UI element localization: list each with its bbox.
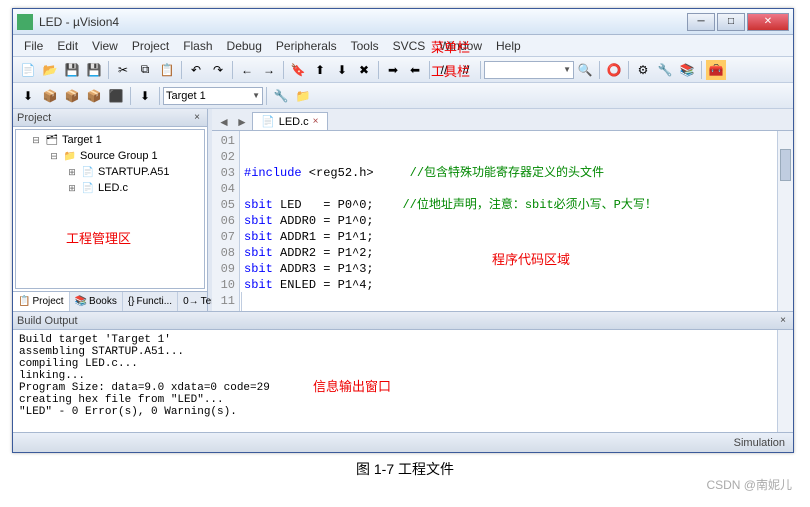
file-tab-close-icon[interactable]: × — [313, 116, 319, 127]
editor-area: ◄ ► 📄LED.c× 01020304050607080910111213 ⊟… — [212, 109, 793, 311]
bottom-area: Build Output × Build target 'Target 1' a… — [13, 311, 793, 432]
toolbar-build: ⬇ 📦 📦 📦 ⬛ ⬇ Target 1▼ 🔧 📁 — [13, 83, 793, 109]
debug-icon[interactable]: ⭕ — [604, 60, 624, 80]
file-tabs: ◄ ► 📄LED.c× — [212, 109, 793, 131]
paste-icon[interactable]: 📋 — [157, 60, 177, 80]
watermark: CSDN @南妮儿 — [706, 476, 792, 493]
nav-back-icon[interactable]: ← — [237, 60, 257, 80]
stop-build-icon[interactable]: ⬛ — [106, 86, 126, 106]
project-pane-close-icon[interactable]: × — [191, 112, 203, 123]
tab-books[interactable]: 📚Books — [70, 292, 123, 311]
download-icon[interactable]: ⬇ — [135, 86, 155, 106]
bookmark-prev-icon[interactable]: ⬆ — [310, 60, 330, 80]
project-pane-tabs: 📋Project 📚Books {}Functi... 0→Templ... — [13, 291, 207, 311]
menu-file[interactable]: File — [17, 37, 50, 55]
find-combo[interactable]: ▼ — [484, 61, 574, 79]
menu-tools[interactable]: Tools — [344, 37, 386, 55]
config-icon[interactable]: ⚙ — [633, 60, 653, 80]
cut-icon[interactable]: ✂ — [113, 60, 133, 80]
bookmark-next-icon[interactable]: ⬇ — [332, 60, 352, 80]
callout-menubar: 菜单栏 — [431, 37, 470, 56]
undo-icon[interactable]: ↶ — [186, 60, 206, 80]
new-file-icon[interactable]: 📄 — [18, 60, 38, 80]
tree-file-ledc[interactable]: ⊞📄LED.c — [18, 180, 202, 196]
statusbar: Simulation — [13, 432, 793, 452]
figure-caption: 图 1-7 工程文件 — [12, 459, 798, 479]
workspace-body: Project × ⊟🗂Target 1 ⊟📁Source Group 1 ⊞📄… — [13, 109, 793, 311]
toolbar-main: 📄 📂 💾 💾 ✂ ⧉ 📋 ↶ ↷ ← → 🔖 ⬆ ⬇ ✖ ➡ ⬅ // // … — [13, 57, 793, 83]
file-tab-ledc[interactable]: 📄LED.c× — [252, 112, 328, 130]
tree-file-startup[interactable]: ⊞📄STARTUP.A51 — [18, 164, 202, 180]
callout-output: 信息输出窗口 — [313, 376, 391, 395]
maximize-button[interactable]: □ — [717, 13, 745, 31]
menu-peripherals[interactable]: Peripherals — [269, 37, 344, 55]
status-text: Simulation — [734, 437, 785, 449]
callout-project: 工程管理区 — [66, 228, 131, 247]
save-icon[interactable]: 💾 — [62, 60, 82, 80]
manage-icon[interactable]: 📁 — [293, 86, 313, 106]
toolbox-icon[interactable]: 🧰 — [706, 60, 726, 80]
find-icon[interactable]: 🔍 — [575, 60, 595, 80]
bookmark-clear-icon[interactable]: ✖ — [354, 60, 374, 80]
tab-project[interactable]: 📋Project — [13, 292, 70, 311]
project-tree[interactable]: ⊟🗂Target 1 ⊟📁Source Group 1 ⊞📄STARTUP.A5… — [15, 129, 205, 289]
code-body[interactable]: #include <reg52.h> //包含特殊功能寄存器定义的头文件 sbi… — [240, 131, 793, 311]
callout-toolbar: 工具栏 — [431, 61, 470, 80]
menu-debug[interactable]: Debug — [220, 37, 269, 55]
bookmark-icon[interactable]: 🔖 — [288, 60, 308, 80]
books-icon[interactable]: 📚 — [677, 60, 697, 80]
build-scrollbar[interactable] — [777, 330, 793, 432]
build-output-close-icon[interactable]: × — [777, 315, 789, 326]
menu-edit[interactable]: Edit — [50, 37, 85, 55]
project-pane-header: Project × — [13, 109, 207, 127]
tab-nav-right-icon[interactable]: ► — [234, 114, 250, 130]
save-all-icon[interactable]: 💾 — [84, 60, 104, 80]
app-icon — [17, 14, 33, 30]
tab-functions[interactable]: {}Functi... — [123, 292, 178, 311]
tab-nav-left-icon[interactable]: ◄ — [216, 114, 232, 130]
callout-code: 程序代码区域 — [492, 249, 570, 268]
open-file-icon[interactable]: 📂 — [40, 60, 60, 80]
build-output-body[interactable]: Build target 'Target 1' assembling START… — [13, 330, 793, 432]
close-button[interactable]: ✕ — [747, 13, 789, 31]
editor-scrollbar[interactable] — [777, 131, 793, 311]
menu-help[interactable]: Help — [489, 37, 528, 55]
tree-source-group[interactable]: ⊟📁Source Group 1 — [18, 148, 202, 164]
minimize-button[interactable]: ─ — [687, 13, 715, 31]
line-gutter: 01020304050607080910111213 ⊟141516 — [212, 131, 240, 311]
indent-icon[interactable]: ➡ — [383, 60, 403, 80]
build-output-header: Build Output × — [13, 312, 793, 330]
outdent-icon[interactable]: ⬅ — [405, 60, 425, 80]
menu-flash[interactable]: Flash — [176, 37, 219, 55]
project-pane: Project × ⊟🗂Target 1 ⊟📁Source Group 1 ⊞📄… — [13, 109, 208, 311]
menu-project[interactable]: Project — [125, 37, 176, 55]
target-combo[interactable]: Target 1▼ — [163, 87, 263, 105]
copy-icon[interactable]: ⧉ — [135, 60, 155, 80]
window-title: LED - µVision4 — [39, 15, 687, 29]
translate-icon[interactable]: ⬇ — [18, 86, 38, 106]
menubar: File Edit View Project Flash Debug Perip… — [13, 35, 793, 57]
code-editor[interactable]: 01020304050607080910111213 ⊟141516 #incl… — [212, 131, 793, 311]
rebuild-icon[interactable]: 📦 — [62, 86, 82, 106]
build-output-pane: Build Output × Build target 'Target 1' a… — [13, 312, 793, 432]
menu-svcs[interactable]: SVCS — [386, 37, 433, 55]
build-icon[interactable]: 📦 — [40, 86, 60, 106]
nav-fwd-icon[interactable]: → — [259, 60, 279, 80]
target-options-icon[interactable]: 🔧 — [271, 86, 291, 106]
menu-view[interactable]: View — [85, 37, 125, 55]
build-batch-icon[interactable]: 📦 — [84, 86, 104, 106]
options-icon[interactable]: 🔧 — [655, 60, 675, 80]
tree-target[interactable]: ⊟🗂Target 1 — [18, 132, 202, 148]
titlebar: LED - µVision4 ─ □ ✕ — [13, 9, 793, 35]
main-window: LED - µVision4 ─ □ ✕ File Edit View Proj… — [12, 8, 794, 453]
redo-icon[interactable]: ↷ — [208, 60, 228, 80]
